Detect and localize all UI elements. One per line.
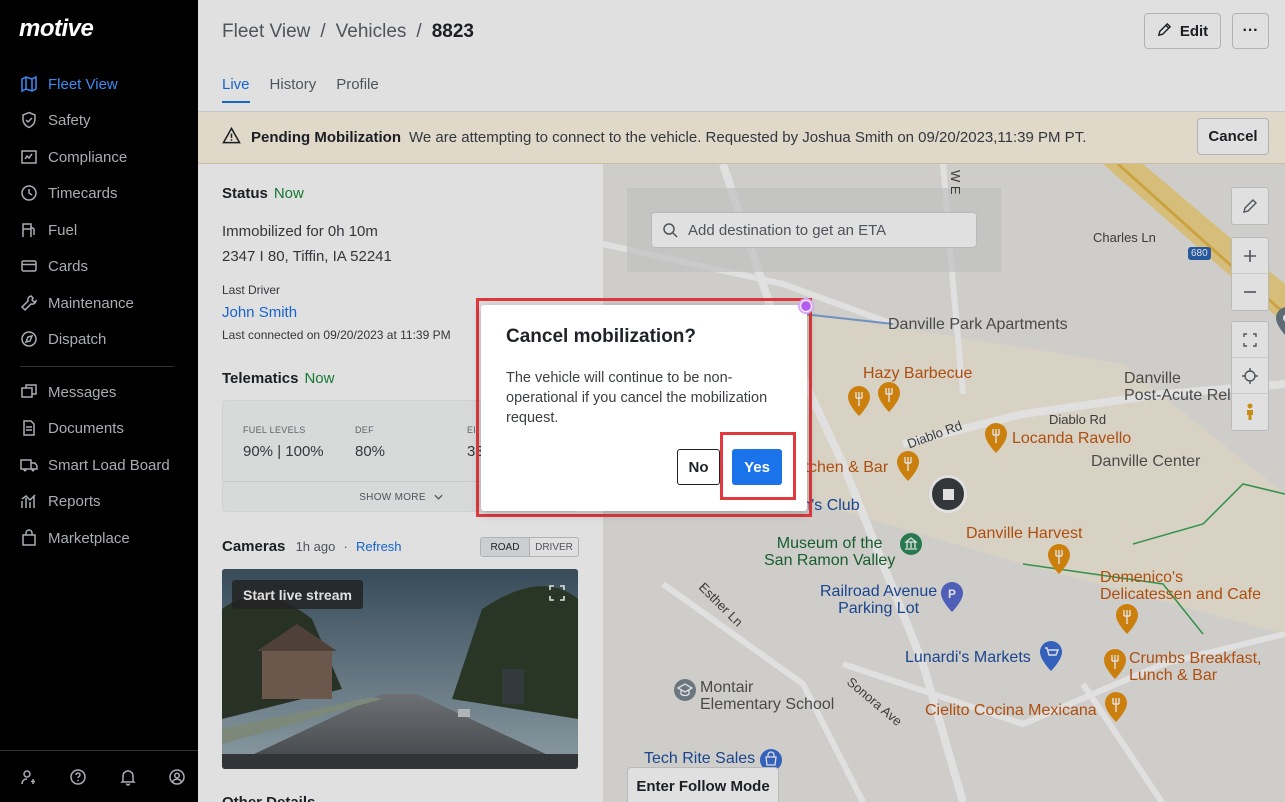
- help-icon[interactable]: [58, 755, 100, 799]
- sidebar-item-label: Cards: [48, 257, 89, 275]
- account-icon[interactable]: [157, 755, 199, 799]
- dispatch-icon: [20, 330, 38, 348]
- map-icon: [20, 75, 38, 93]
- shopping-bag-icon: [20, 529, 38, 547]
- reports-icon: [20, 492, 38, 510]
- document-icon: [20, 419, 38, 437]
- sidebar-item-smart-load-board[interactable]: Smart Load Board: [0, 450, 198, 480]
- bell-icon[interactable]: [107, 755, 149, 799]
- cursor-indicator: [798, 298, 814, 314]
- sidebar-item-compliance[interactable]: Compliance: [0, 142, 198, 172]
- sidebar-item-label: Safety: [48, 111, 91, 129]
- sidebar-item-dispatch[interactable]: Dispatch: [0, 324, 198, 354]
- sidebar-item-label: Reports: [48, 492, 101, 510]
- no-button[interactable]: No: [677, 449, 720, 485]
- sidebar-item-fuel[interactable]: Fuel: [0, 215, 198, 245]
- sidebar-item-label: Marketplace: [48, 529, 130, 547]
- shield-icon: [20, 111, 38, 129]
- sidebar-item-label: Messages: [48, 383, 117, 401]
- yes-button-highlight: [720, 432, 796, 500]
- sidebar-item-label: Maintenance: [48, 294, 134, 312]
- motive-logo[interactable]: motive: [19, 15, 94, 43]
- sidebar: motive Fleet View Safety Compliance Time…: [0, 0, 198, 802]
- wrench-icon: [20, 294, 38, 312]
- app-root: motive Fleet View Safety Compliance Time…: [0, 0, 1285, 802]
- messages-icon: [20, 383, 38, 401]
- sidebar-item-label: Timecards: [48, 184, 118, 202]
- compliance-icon: [20, 148, 38, 166]
- user-settings-icon[interactable]: [8, 755, 50, 799]
- sidebar-item-timecards[interactable]: Timecards: [0, 178, 198, 208]
- sidebar-item-label: Compliance: [48, 148, 128, 166]
- dialog-body: The vehicle will continue to be non-oper…: [506, 370, 768, 426]
- sidebar-item-reports[interactable]: Reports: [0, 486, 198, 516]
- card-icon: [20, 257, 38, 275]
- sidebar-item-label: Dispatch: [48, 330, 107, 348]
- sidebar-divider: [20, 366, 174, 367]
- fuel-icon: [20, 221, 38, 239]
- sidebar-item-label: Smart Load Board: [48, 456, 170, 474]
- sidebar-item-cards[interactable]: Cards: [0, 251, 198, 281]
- clock-icon: [20, 184, 38, 202]
- sidebar-item-messages[interactable]: Messages: [0, 377, 198, 407]
- sidebar-item-marketplace[interactable]: Marketplace: [0, 523, 198, 553]
- sidebar-item-label: Documents: [48, 419, 124, 437]
- sidebar-item-safety[interactable]: Safety: [0, 105, 198, 135]
- sidebar-item-maintenance[interactable]: Maintenance: [0, 288, 198, 318]
- truck-icon: [20, 456, 38, 474]
- sidebar-item-fleet-view[interactable]: Fleet View: [0, 69, 198, 99]
- sidebar-item-label: Fleet View: [48, 75, 118, 93]
- dialog-title: Cancel mobilization?: [506, 326, 697, 347]
- sidebar-footer: [0, 750, 198, 802]
- sidebar-item-documents[interactable]: Documents: [0, 413, 198, 443]
- sidebar-item-label: Fuel: [48, 221, 78, 239]
